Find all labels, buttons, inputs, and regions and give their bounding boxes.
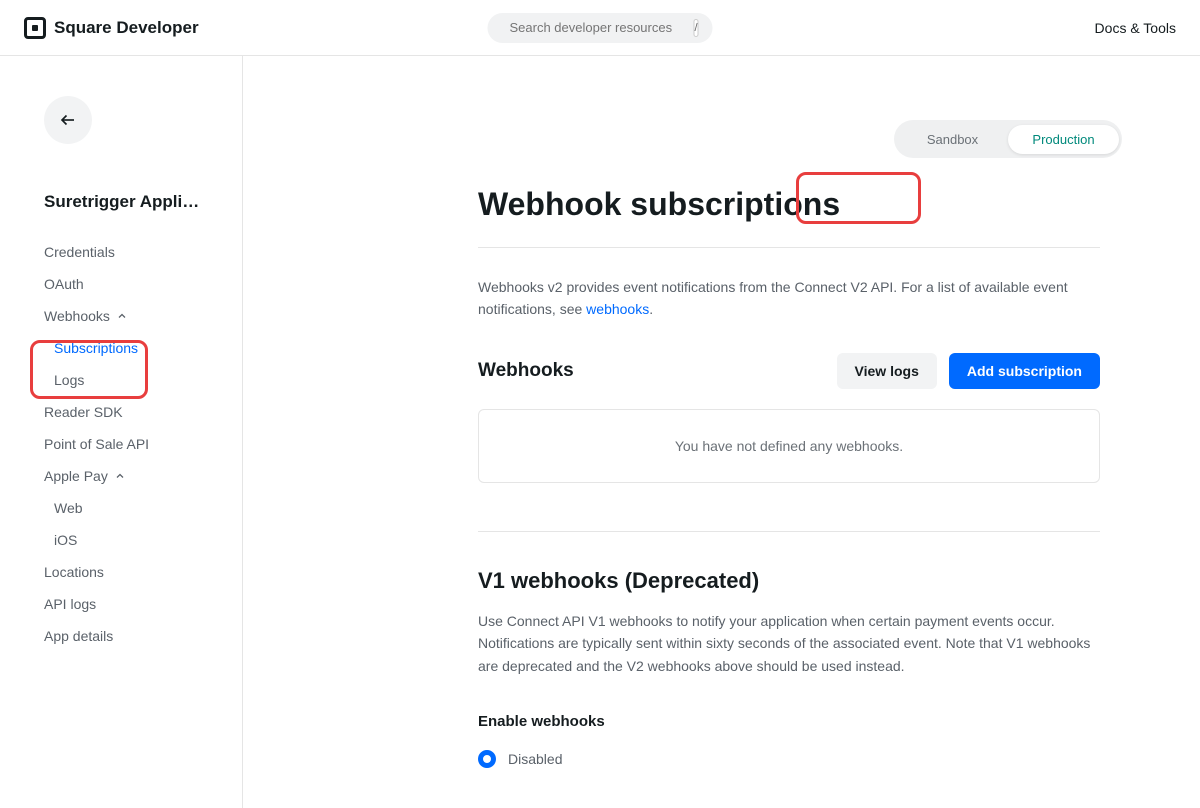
sidebar-item-webhooks[interactable]: Webhooks [44, 300, 242, 332]
sidebar-item-subscriptions[interactable]: Subscriptions [44, 332, 242, 364]
search-input[interactable] [510, 20, 686, 35]
webhooks-section-title: Webhooks [478, 360, 574, 382]
app-name: Suretrigger Applica… [44, 192, 204, 212]
search-box[interactable]: / [488, 13, 713, 43]
webhooks-actions: View logs Add subscription [837, 353, 1100, 389]
add-subscription-button[interactable]: Add subscription [949, 353, 1100, 389]
sidebar-item-credentials[interactable]: Credentials [44, 236, 242, 268]
sidebar-item-reader-sdk[interactable]: Reader SDK [44, 396, 242, 428]
sidebar-item-pos-api[interactable]: Point of Sale API [44, 428, 242, 460]
enable-webhooks-title: Enable webhooks [478, 713, 1100, 730]
env-production[interactable]: Production [1008, 125, 1119, 154]
radio-icon [478, 750, 496, 768]
square-logo-icon [24, 17, 46, 39]
divider [478, 531, 1100, 532]
radio-label: Disabled [508, 751, 562, 767]
sidebar-item-api-logs[interactable]: API logs [44, 588, 242, 620]
sidebar-item-web[interactable]: Web [44, 492, 242, 524]
v1-section-title: V1 webhooks (Deprecated) [478, 568, 1100, 594]
brand[interactable]: Square Developer [24, 17, 199, 39]
webhooks-link[interactable]: webhooks [586, 301, 649, 317]
page-title: Webhook subscriptions [478, 186, 1100, 223]
chevron-up-icon [114, 470, 126, 482]
chevron-up-icon [116, 310, 128, 322]
page-description: Webhooks v2 provides event notifications… [478, 276, 1100, 321]
back-button[interactable] [44, 96, 92, 144]
main-content: Sandbox Production Webhook subscriptions… [243, 56, 1200, 808]
sidebar-item-locations[interactable]: Locations [44, 556, 242, 588]
sidebar-item-apple-pay[interactable]: Apple Pay [44, 460, 242, 492]
slash-key-hint: / [694, 19, 699, 37]
environment-toggle: Sandbox Production [894, 120, 1122, 158]
sidebar-item-logs[interactable]: Logs [44, 364, 242, 396]
webhooks-section-header: Webhooks View logs Add subscription [478, 353, 1100, 389]
arrow-left-icon [59, 111, 77, 129]
sidebar-item-app-details[interactable]: App details [44, 620, 242, 652]
env-sandbox[interactable]: Sandbox [897, 125, 1008, 154]
docs-tools-link[interactable]: Docs & Tools [1095, 20, 1176, 36]
topbar: Square Developer / Docs & Tools [0, 0, 1200, 56]
search-wrap: / [488, 13, 713, 43]
empty-state: You have not defined any webhooks. [478, 409, 1100, 483]
sidebar-item-label: Apple Pay [44, 468, 108, 484]
view-logs-button[interactable]: View logs [837, 353, 937, 389]
divider [478, 247, 1100, 248]
sidebar-item-ios[interactable]: iOS [44, 524, 242, 556]
radio-disabled[interactable]: Disabled [478, 750, 1100, 768]
v1-description: Use Connect API V1 webhooks to notify yo… [478, 610, 1100, 677]
brand-text: Square Developer [54, 18, 199, 38]
sidebar: Suretrigger Applica… Credentials OAuth W… [0, 56, 243, 808]
sidebar-item-label: Webhooks [44, 308, 110, 324]
sidebar-item-oauth[interactable]: OAuth [44, 268, 242, 300]
